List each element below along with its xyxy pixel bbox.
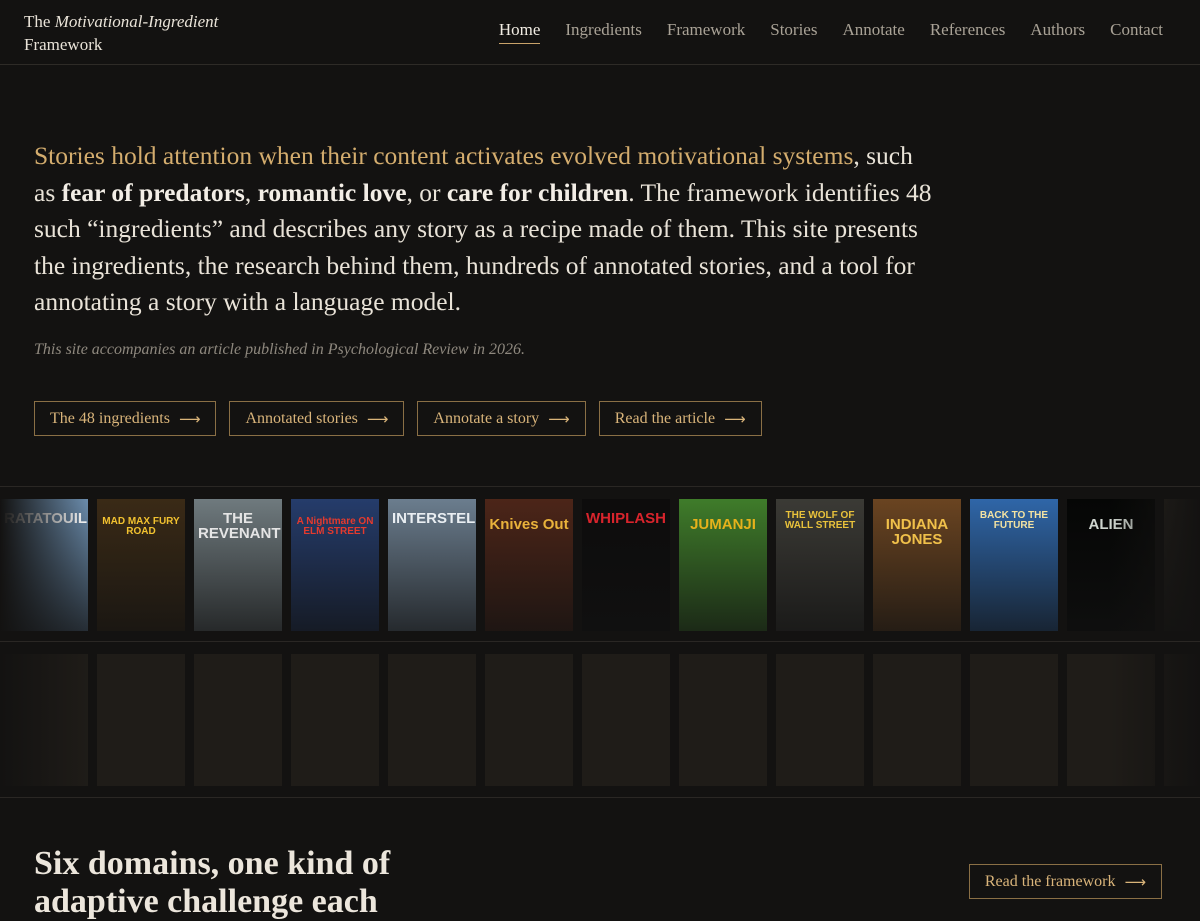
hero-bold-3: care for children bbox=[446, 177, 629, 207]
poster-placeholder bbox=[1067, 654, 1155, 786]
brand-italic: Motivational-Ingredient bbox=[54, 12, 219, 31]
cta-row: The 48 ingredients ⟶ Annotated stories ⟶ A… bbox=[34, 401, 762, 436]
poster-title: WHIPLASH bbox=[586, 510, 666, 527]
nav-framework[interactable]: Framework bbox=[667, 20, 745, 44]
arrow-right-icon: ⟶ bbox=[1124, 872, 1146, 891]
annotate-button-label: Annotate a story bbox=[433, 409, 540, 427]
article-button-label: Read the article bbox=[614, 409, 716, 427]
read-framework-button[interactable]: Read the framework ⟶ bbox=[968, 864, 1162, 899]
poster-placeholder bbox=[582, 654, 670, 786]
poster-placeholder bbox=[194, 654, 282, 786]
read-framework-label: Read the framework bbox=[984, 872, 1116, 890]
hero-paragraph: Stories hold attention when their conten… bbox=[34, 138, 934, 321]
brand-prefix: The bbox=[24, 12, 51, 31]
site-brand[interactable]: The Motivational-Ingredient Framework bbox=[24, 10, 264, 56]
arrow-right-icon: ⟶ bbox=[178, 409, 201, 428]
poster-placeholder bbox=[970, 654, 1058, 786]
divider bbox=[0, 641, 1200, 642]
poster-placeholder-strip bbox=[0, 654, 1200, 786]
divider bbox=[0, 797, 1200, 798]
hero-text-3: , or bbox=[406, 177, 447, 207]
stories-button-label: Annotated stories bbox=[245, 409, 358, 427]
nav-home[interactable]: Home bbox=[498, 20, 541, 44]
nav-references[interactable]: References bbox=[930, 20, 1006, 44]
poster-title: BACK TO THE FUTURE bbox=[979, 510, 1049, 531]
story-poster[interactable]: BACK TO THE FUTURE bbox=[970, 499, 1058, 631]
story-poster[interactable]: WHIPLASH bbox=[582, 499, 670, 631]
poster-title: THE WOLF OF WALL STREET bbox=[784, 510, 856, 531]
hero-bold-2: romantic love bbox=[257, 177, 407, 207]
poster-placeholder bbox=[485, 654, 573, 786]
story-poster[interactable]: Knives Out bbox=[485, 499, 573, 631]
poster-title: MAD MAX FURY ROAD bbox=[102, 516, 180, 537]
stories-button[interactable]: Annotated stories ⟶ bbox=[229, 401, 405, 436]
poster-title: RATATOUILLE bbox=[4, 510, 88, 527]
arrow-right-icon: ⟶ bbox=[724, 409, 746, 428]
story-poster[interactable]: INDIANA JONES bbox=[873, 499, 961, 631]
poster-placeholder bbox=[679, 654, 767, 786]
section-title: Six domains, one kind of adaptive challe… bbox=[34, 845, 391, 920]
story-poster[interactable]: THE WOLF OF WALL STREET bbox=[776, 499, 864, 631]
publication-note: This site accompanies an article publish… bbox=[34, 341, 526, 358]
story-poster[interactable]: A Nightmare ON ELM STREET bbox=[291, 499, 379, 631]
nav-stories[interactable]: Stories bbox=[770, 20, 817, 44]
story-poster[interactable] bbox=[1164, 499, 1200, 631]
hero-lead: Stories hold attention when their conten… bbox=[34, 141, 854, 170]
poster-placeholder bbox=[1164, 654, 1200, 786]
story-poster[interactable]: ALIEN bbox=[1067, 499, 1155, 631]
story-poster[interactable]: JUMANJI bbox=[679, 499, 767, 631]
poster-title: Knives Out bbox=[489, 516, 569, 533]
site-header: The Motivational-Ingredient Framework Ho… bbox=[0, 0, 1200, 65]
poster-title: A Nightmare ON ELM STREET bbox=[296, 516, 374, 537]
article-button[interactable]: Read the article ⟶ bbox=[598, 401, 762, 436]
story-poster[interactable]: MAD MAX FURY ROAD bbox=[97, 499, 185, 631]
poster-placeholder bbox=[776, 654, 864, 786]
annotate-button[interactable]: Annotate a story ⟶ bbox=[417, 401, 586, 436]
poster-placeholder bbox=[388, 654, 476, 786]
story-poster[interactable]: RATATOUILLE bbox=[0, 499, 88, 631]
story-poster[interactable]: INTERSTELLAR bbox=[388, 499, 476, 631]
poster-strip: RATATOUILLE MAD MAX FURY ROAD THE REVENANT… bbox=[0, 499, 1200, 631]
nav-contact[interactable]: Contact bbox=[1110, 20, 1163, 44]
poster-title: INTERSTELLAR bbox=[392, 510, 476, 527]
ingredients-button-label: The 48 ingredients bbox=[50, 409, 170, 427]
nav-annotate[interactable]: Annotate bbox=[842, 20, 904, 44]
poster-placeholder bbox=[873, 654, 961, 786]
poster-title: ALIEN bbox=[1088, 516, 1134, 533]
arrow-right-icon: ⟶ bbox=[548, 409, 570, 428]
divider bbox=[0, 486, 1200, 487]
nav-ingredients[interactable]: Ingredients bbox=[565, 20, 641, 44]
nav-authors[interactable]: Authors bbox=[1030, 20, 1085, 44]
poster-placeholder bbox=[0, 654, 88, 786]
ingredients-button[interactable]: The 48 ingredients ⟶ bbox=[34, 401, 217, 436]
hero-text-2: , bbox=[244, 177, 258, 207]
poster-title: INDIANA JONES bbox=[885, 516, 949, 548]
brand-suffix: Framework bbox=[24, 35, 103, 54]
main-nav: Home Ingredients Framework Stories Annot… bbox=[498, 20, 1163, 44]
poster-title: JUMANJI bbox=[690, 516, 756, 533]
poster-placeholder bbox=[97, 654, 185, 786]
hero-bold-1: fear of predators bbox=[61, 177, 245, 207]
poster-placeholder bbox=[291, 654, 379, 786]
poster-title: THE REVENANT bbox=[198, 510, 281, 542]
story-poster[interactable]: THE REVENANT bbox=[194, 499, 282, 631]
arrow-right-icon: ⟶ bbox=[366, 409, 389, 428]
